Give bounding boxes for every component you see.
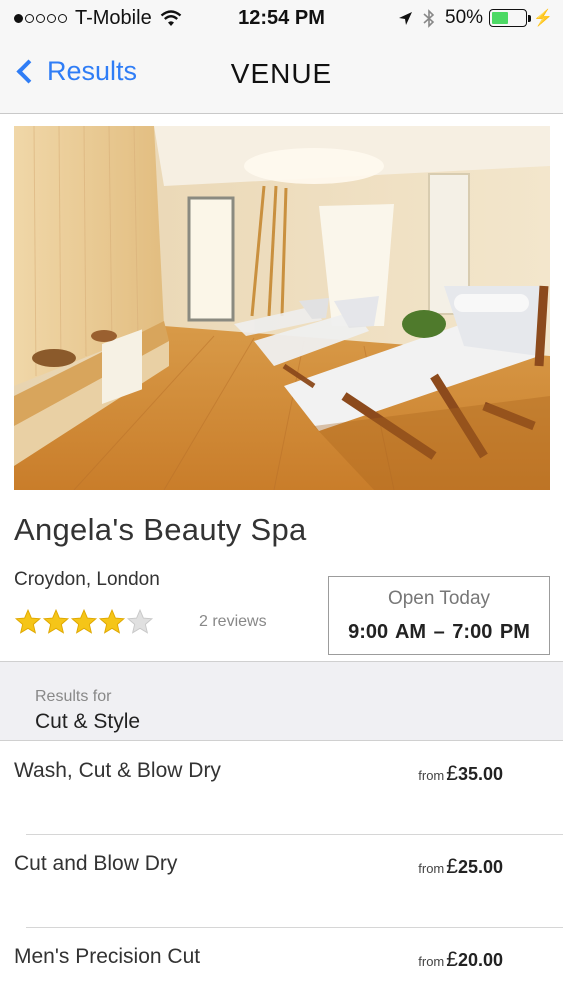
service-name: Wash, Cut & Blow Dry	[14, 759, 221, 782]
price-from-label: from	[418, 861, 445, 876]
opening-hours-box: Open Today 9:00 AM – 7:00 PM	[328, 576, 550, 655]
star-empty-icon	[126, 608, 154, 634]
battery-percent: 50%	[445, 7, 484, 28]
reviews-link[interactable]: 2 reviews	[199, 613, 267, 631]
venue-location: Croydon, London	[14, 569, 160, 590]
star-filled-icon	[70, 608, 98, 634]
service-price: from £ 25.00	[418, 855, 503, 879]
star-filled-icon	[98, 608, 126, 634]
hours-time: 9:00 AM – 7:00 PM	[348, 621, 530, 643]
page-title: VENUE	[230, 58, 333, 89]
star-rating	[14, 608, 154, 636]
service-row[interactable]: Wash, Cut & Blow Dry from £ 35.00	[0, 742, 563, 835]
price-from-label: from	[418, 768, 445, 783]
results-for-label: Results for	[35, 688, 112, 705]
charging-bolt-icon: ⚡	[533, 10, 553, 27]
price-value: 35.00	[457, 764, 503, 784]
star-filled-icon	[42, 608, 70, 634]
results-header: Results for Cut & Style	[0, 661, 563, 741]
price-value: 20.00	[457, 950, 503, 970]
price-value: 25.00	[457, 857, 503, 877]
battery-icon	[489, 9, 532, 27]
service-price: from £ 20.00	[418, 948, 503, 972]
price-currency: £	[446, 855, 458, 878]
service-row[interactable]: Men's Precision Cut from £ 20.00	[0, 928, 563, 1000]
venue-photo	[14, 126, 550, 490]
bluetooth-icon	[423, 8, 435, 28]
service-name: Men's Precision Cut	[14, 945, 201, 968]
status-right: 50% ⚡	[398, 7, 553, 29]
hours-label: Open Today	[387, 588, 491, 609]
status-bar: T-Mobile 12:54 PM 50% ⚡	[0, 0, 563, 38]
location-arrow-icon	[399, 11, 413, 25]
service-price: from £ 35.00	[418, 762, 503, 786]
results-category: Cut & Style	[35, 710, 141, 733]
price-currency: £	[446, 948, 458, 971]
price-currency: £	[446, 762, 458, 785]
venue-name: Angela's Beauty Spa	[14, 512, 307, 547]
service-row[interactable]: Cut and Blow Dry from £ 25.00	[0, 835, 563, 928]
navigation-bar: Results VENUE	[0, 38, 563, 114]
price-from-label: from	[418, 954, 445, 969]
service-name: Cut and Blow Dry	[14, 852, 178, 875]
star-filled-icon	[14, 608, 42, 634]
